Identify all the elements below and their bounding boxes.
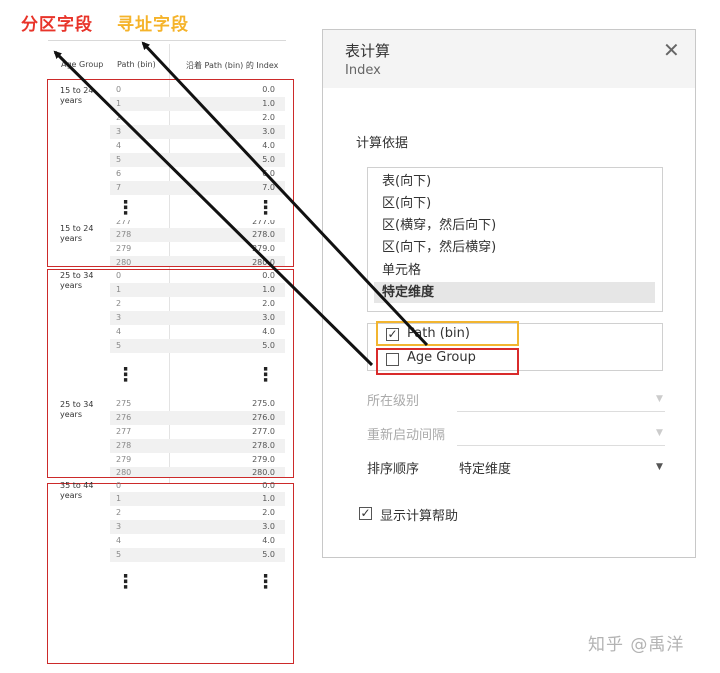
watermark: 知乎 @禹洋: [588, 635, 685, 655]
arrow-to-partition-field: [53, 50, 374, 367]
annotation-arrows: [53, 41, 429, 367]
arrow-to-addressing-field: [141, 41, 429, 347]
